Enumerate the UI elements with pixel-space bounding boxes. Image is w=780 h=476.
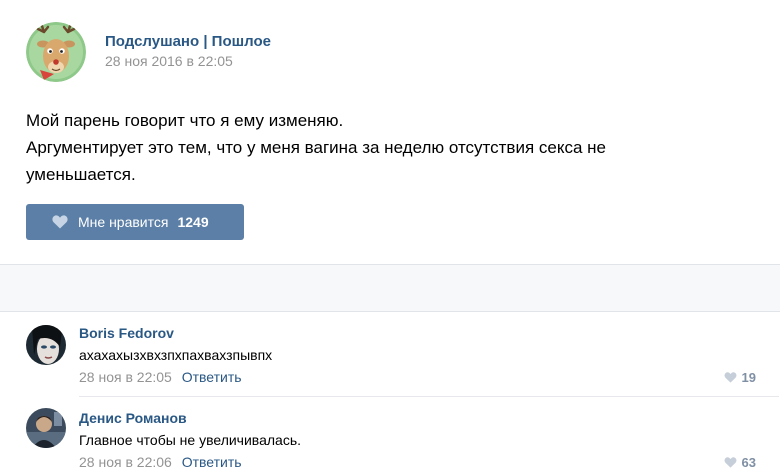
comment-meta: 28 ноя в 22:05 Ответить [79, 369, 242, 385]
comments-separator [0, 264, 780, 312]
like-button[interactable]: Мне нравится 1249 [26, 204, 244, 240]
comment-text: Главное чтобы не увеличивалась. [79, 432, 302, 448]
comment-date[interactable]: 28 ноя в 22:06 [79, 454, 172, 470]
comment: Boris Fedorov ахахахызхвхзпхпахвахзпывпх… [0, 312, 780, 396]
user-photo-icon [26, 408, 66, 448]
post-text-line: Аргументирует это тем, что у меня вагина… [26, 138, 606, 157]
heart-icon [724, 372, 736, 383]
comment-like-button[interactable]: 63 [724, 455, 756, 470]
post-text-line: уменьшается. [26, 165, 136, 184]
comment-author[interactable]: Boris Fedorov [79, 325, 174, 341]
post-text: Мой парень говорит что я ему изменяю. Ар… [26, 107, 746, 188]
reply-link[interactable]: Ответить [182, 454, 242, 470]
like-label: Мне нравится [78, 214, 169, 230]
heart-icon [724, 457, 736, 468]
comment-like-count: 63 [741, 455, 756, 470]
comment-meta: 28 ноя в 22:06 Ответить [79, 454, 242, 470]
post: Подслушано | Пошлое 28 ноя 2016 в 22:05 … [0, 0, 780, 264]
comment-like-button[interactable]: 19 [724, 370, 756, 385]
comment: Денис Романов Главное чтобы не увеличива… [0, 397, 780, 476]
post-text-line: Мой парень говорит что я ему изменяю. [26, 111, 344, 130]
group-name[interactable]: Подслушано | Пошлое [105, 33, 271, 50]
avatar[interactable] [26, 408, 66, 448]
deer-avatar-icon [26, 22, 86, 82]
comment-like-count: 19 [741, 370, 756, 385]
comment-date[interactable]: 28 ноя в 22:05 [79, 369, 172, 385]
like-count: 1249 [177, 214, 209, 230]
user-photo-icon [26, 325, 66, 365]
heart-icon [52, 215, 68, 229]
post-date[interactable]: 28 ноя 2016 в 22:05 [105, 53, 233, 69]
group-avatar[interactable] [26, 22, 86, 82]
comment-author[interactable]: Денис Романов [79, 410, 187, 426]
reply-link[interactable]: Ответить [182, 369, 242, 385]
comment-text: ахахахызхвхзпхпахвахзпывпх [79, 347, 273, 363]
avatar[interactable] [26, 325, 66, 365]
